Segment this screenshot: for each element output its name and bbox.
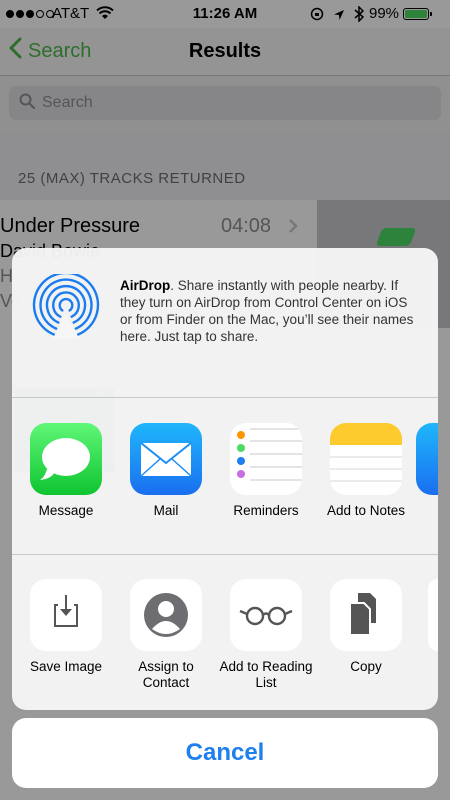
- action-label: Save Image: [29, 659, 103, 674]
- action-label: Copy: [350, 659, 382, 674]
- airdrop-title: AirDrop: [120, 278, 171, 293]
- share-target-reminders[interactable]: Reminders: [216, 423, 316, 519]
- app-icon: [416, 423, 438, 495]
- share-actions-row: Save Image Assign to Contact Add to Read…: [12, 556, 438, 710]
- action-copy[interactable]: Copy: [316, 579, 416, 675]
- action-save-image[interactable]: Save Image: [16, 579, 116, 675]
- cancel-button[interactable]: Cancel: [12, 718, 438, 788]
- airdrop-description: AirDrop. Share instantly with people nea…: [120, 277, 420, 345]
- mail-icon: [130, 423, 202, 495]
- action-label: Assign to Contact: [138, 659, 194, 690]
- action-label: Add to Reading List: [219, 659, 313, 690]
- reminders-icon: [230, 423, 302, 495]
- messages-icon: [30, 423, 102, 495]
- share-sheet: AirDrop. Share instantly with people nea…: [12, 248, 438, 710]
- glasses-icon: [230, 579, 302, 651]
- share-target-label: Reminders: [233, 503, 299, 518]
- share-target-label: Add to Notes: [326, 503, 406, 518]
- copy-icon: [330, 579, 402, 651]
- save-image-icon: [30, 579, 102, 651]
- share-target-label: Mail: [153, 503, 179, 518]
- share-apps-row: Message Mail Reminders Add to Notes: [12, 399, 438, 555]
- share-target-message[interactable]: Message: [16, 423, 116, 519]
- share-target-mail[interactable]: Mail: [116, 423, 216, 519]
- share-target-label: Message: [38, 503, 94, 518]
- action-more[interactable]: [428, 579, 438, 651]
- notes-icon: [330, 423, 402, 495]
- action-add-to-reading-list[interactable]: Add to Reading List: [216, 579, 316, 691]
- share-target-more[interactable]: [416, 423, 438, 495]
- airdrop-icon: [32, 271, 100, 345]
- action-assign-to-contact[interactable]: Assign to Contact: [116, 579, 216, 691]
- contact-icon: [130, 579, 202, 651]
- share-target-notes[interactable]: Add to Notes: [316, 423, 416, 519]
- airdrop-section[interactable]: AirDrop. Share instantly with people nea…: [12, 248, 438, 398]
